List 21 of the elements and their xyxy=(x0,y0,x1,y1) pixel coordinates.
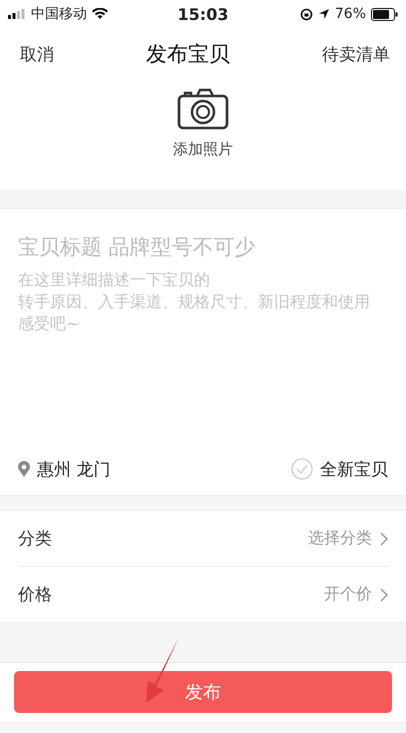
lock-rotation-icon xyxy=(300,8,313,20)
signal-icon xyxy=(8,9,26,19)
carrier-name: 中国移动 xyxy=(31,5,87,23)
add-photo-label[interactable]: 添加照片 xyxy=(173,140,233,159)
checkbox-icon[interactable] xyxy=(291,458,313,480)
form-row[interactable]: 分类 选择分类 xyxy=(18,511,388,567)
chevron-right-icon xyxy=(380,588,388,602)
battery-icon xyxy=(371,8,398,20)
draft-list-button[interactable]: 待卖清单 xyxy=(322,42,390,66)
brand-new-label[interactable]: 全新宝贝 xyxy=(320,458,388,480)
battery-percent: 76% xyxy=(334,6,366,22)
form-row[interactable]: 价格 开个价 xyxy=(18,567,388,622)
cancel-button[interactable]: 取消 xyxy=(20,42,54,66)
chevron-right-icon xyxy=(380,532,388,546)
location-pin-icon xyxy=(18,461,30,477)
location-arrow-icon xyxy=(318,8,330,20)
location-text[interactable]: 惠州 龙门 xyxy=(37,458,110,480)
camera-icon[interactable] xyxy=(177,88,229,130)
page-title: 发布宝贝 xyxy=(146,41,230,68)
wifi-icon xyxy=(92,8,108,20)
clock-time: 15:03 xyxy=(178,4,228,24)
